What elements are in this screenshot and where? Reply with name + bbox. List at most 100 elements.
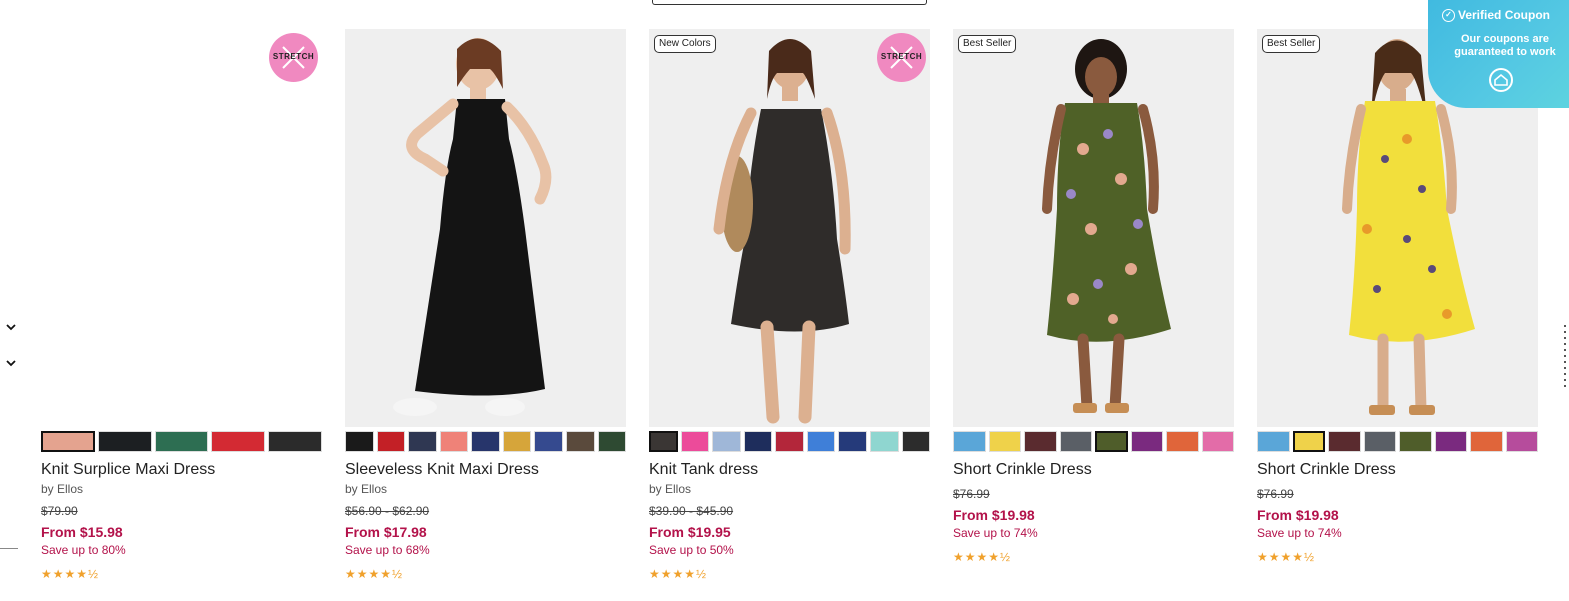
stretch-badge: STRETCH <box>269 33 318 82</box>
product-title[interactable]: Knit Surplice Maxi Dress <box>41 460 322 479</box>
color-swatch[interactable] <box>268 431 322 452</box>
divider <box>0 548 18 549</box>
product-brand: by Ellos <box>41 482 84 496</box>
product-title[interactable]: Short Crinkle Dress <box>953 460 1234 479</box>
color-swatch[interactable] <box>211 431 266 452</box>
product-image[interactable]: Best Seller <box>953 29 1234 427</box>
color-swatch[interactable] <box>408 431 437 452</box>
check-circle-icon: ✓ <box>1442 8 1455 22</box>
original-price: $76.99 <box>953 487 990 501</box>
color-swatch[interactable] <box>1059 431 1092 452</box>
sale-price: From $17.98 <box>345 524 427 540</box>
color-swatch[interactable] <box>597 431 627 452</box>
chevron-down-icon[interactable] <box>5 357 17 369</box>
sale-price: From $19.98 <box>1257 507 1339 523</box>
stretch-label: STRETCH <box>272 52 315 61</box>
color-swatches <box>1257 431 1538 452</box>
color-swatch[interactable] <box>869 431 899 452</box>
color-swatch[interactable] <box>97 431 152 452</box>
color-swatch[interactable] <box>680 431 710 452</box>
color-swatch[interactable] <box>743 431 773 452</box>
verified-coupon-widget[interactable]: ✓ Verified Coupon Our coupons are guaran… <box>1428 0 1569 108</box>
color-swatch[interactable] <box>41 431 95 452</box>
color-swatch[interactable] <box>649 431 678 452</box>
color-swatch[interactable] <box>1434 431 1467 452</box>
color-swatch[interactable] <box>565 431 595 452</box>
color-swatch[interactable] <box>154 431 209 452</box>
model-black-maxi-dress <box>393 38 552 416</box>
color-swatch[interactable] <box>439 431 469 452</box>
coupon-header: ✓ Verified Coupon <box>1442 8 1550 22</box>
savings-text: Save up to 68% <box>345 543 430 557</box>
product-brand: by Ellos <box>649 482 692 496</box>
coupon-subtitle: Our coupons are guaranteed to work <box>1454 33 1556 58</box>
color-swatch[interactable] <box>1095 431 1128 452</box>
product-card[interactable]: Best Seller Short Crinkle Dress $76.99 F… <box>1257 29 1538 564</box>
sale-price: From $19.95 <box>649 524 731 540</box>
color-swatch[interactable] <box>534 431 563 452</box>
color-swatch[interactable] <box>1201 431 1234 452</box>
color-swatches <box>649 431 931 452</box>
product-image[interactable]: STRETCH <box>41 29 322 427</box>
color-swatches <box>41 431 322 452</box>
product-brand: by Ellos <box>345 482 388 496</box>
color-swatches <box>953 431 1234 452</box>
color-swatch[interactable] <box>988 431 1021 452</box>
color-swatch[interactable] <box>775 431 804 452</box>
color-swatch[interactable] <box>1399 431 1432 452</box>
sale-price: From $15.98 <box>41 524 123 540</box>
coupon-title: Verified Coupon <box>1458 8 1551 22</box>
original-price: $76.99 <box>1257 487 1294 501</box>
color-swatch[interactable] <box>1166 431 1199 452</box>
color-swatch[interactable] <box>838 431 867 452</box>
rating-stars: ★★★★½ <box>953 550 1012 564</box>
rating-stars: ★★★★½ <box>1257 550 1316 564</box>
original-price: $79.90 <box>41 504 78 518</box>
coupon-logo-icon[interactable] <box>1489 68 1513 92</box>
model-tank-dress <box>713 39 851 424</box>
product-card[interactable]: Sleeveless Knit Maxi Dress by Ellos $56.… <box>345 29 627 581</box>
color-swatch[interactable] <box>1130 431 1163 452</box>
rating-stars: ★★★★½ <box>649 567 708 581</box>
best-seller-badge: Best Seller <box>1262 35 1321 53</box>
product-grid-page: STRETCH Knit Surplice Maxi Dress by Ello… <box>0 0 1569 601</box>
color-swatch[interactable] <box>953 431 986 452</box>
color-swatch[interactable] <box>806 431 836 452</box>
new-colors-badge: New Colors <box>654 35 716 53</box>
color-swatch[interactable] <box>1470 431 1503 452</box>
color-swatch[interactable] <box>1257 431 1290 452</box>
product-card[interactable]: Best Seller Short Crinkle Dress $76.99 F… <box>953 29 1234 564</box>
stretch-label: STRETCH <box>880 52 923 61</box>
rating-stars: ★★★★½ <box>345 567 404 581</box>
stretch-badge: STRETCH <box>877 33 926 82</box>
product-title[interactable]: Knit Tank dress <box>649 460 930 479</box>
color-swatch[interactable] <box>1328 431 1361 452</box>
color-swatch[interactable] <box>1505 431 1538 452</box>
search-box[interactable] <box>652 0 927 5</box>
color-swatch[interactable] <box>471 431 500 452</box>
color-swatch[interactable] <box>901 431 931 452</box>
model-green-floral-dress <box>1042 39 1171 413</box>
color-swatch[interactable] <box>1024 431 1057 452</box>
chevron-down-icon[interactable] <box>5 321 17 333</box>
color-swatch[interactable] <box>1292 431 1325 452</box>
product-image[interactable] <box>345 29 626 427</box>
product-title[interactable]: Short Crinkle Dress <box>1257 460 1538 479</box>
savings-text: Save up to 74% <box>953 526 1038 540</box>
product-title[interactable]: Sleeveless Knit Maxi Dress <box>345 460 626 479</box>
savings-text: Save up to 50% <box>649 543 734 557</box>
color-swatch[interactable] <box>502 431 532 452</box>
color-swatch[interactable] <box>1363 431 1396 452</box>
color-swatch[interactable] <box>712 431 741 452</box>
savings-text: Save up to 80% <box>41 543 126 557</box>
color-swatch[interactable] <box>345 431 374 452</box>
best-seller-badge: Best Seller <box>958 35 1017 53</box>
rating-stars: ★★★★½ <box>41 567 100 581</box>
original-price: $39.90 - $45.90 <box>649 504 734 518</box>
savings-text: Save up to 74% <box>1257 526 1342 540</box>
product-card[interactable]: STRETCH Knit Surplice Maxi Dress by Ello… <box>41 29 322 581</box>
color-swatch[interactable] <box>376 431 406 452</box>
product-card[interactable]: New Colors STRETCH Knit Tank dress by El… <box>649 29 931 581</box>
product-image[interactable]: New Colors STRETCH <box>649 29 930 427</box>
scroll-indicator[interactable] <box>1564 325 1566 387</box>
